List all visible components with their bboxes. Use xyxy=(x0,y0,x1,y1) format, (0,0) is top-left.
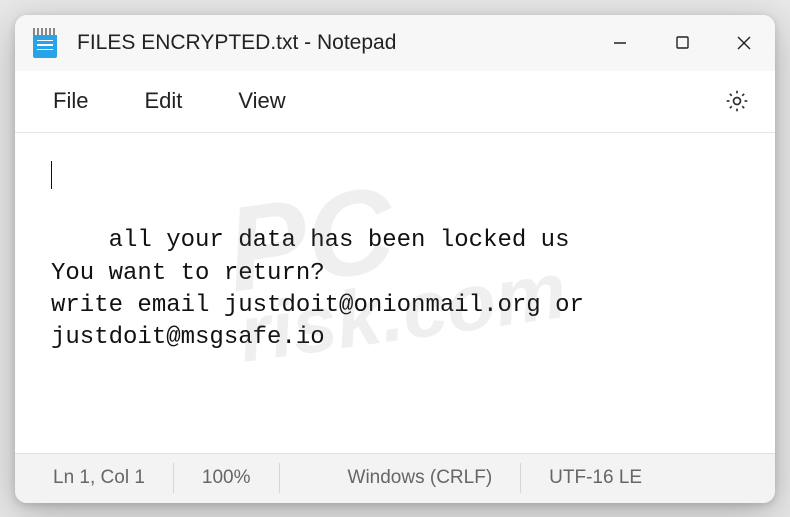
titlebar: FILES ENCRYPTED.txt - Notepad xyxy=(15,15,775,71)
editor-content: all your data has been locked us You wan… xyxy=(51,227,598,351)
window-title: FILES ENCRYPTED.txt - Notepad xyxy=(77,31,396,55)
settings-button[interactable] xyxy=(713,77,761,125)
menubar: File Edit View xyxy=(15,71,775,133)
notepad-icon xyxy=(33,28,57,58)
statusbar: Ln 1, Col 1 100% Windows (CRLF) UTF-16 L… xyxy=(15,453,775,503)
status-line-ending: Windows (CRLF) xyxy=(320,463,522,493)
minimize-icon xyxy=(612,35,628,51)
status-cursor-position: Ln 1, Col 1 xyxy=(15,463,174,493)
close-icon xyxy=(735,34,753,52)
minimize-button[interactable] xyxy=(589,15,651,71)
maximize-button[interactable] xyxy=(651,15,713,71)
text-caret xyxy=(51,161,52,189)
menu-view[interactable]: View xyxy=(214,78,309,124)
gear-icon xyxy=(724,88,750,114)
close-button[interactable] xyxy=(713,15,775,71)
text-editor[interactable]: all your data has been locked us You wan… xyxy=(15,133,775,453)
menu-edit[interactable]: Edit xyxy=(120,78,206,124)
status-zoom[interactable]: 100% xyxy=(174,463,280,493)
menu-file[interactable]: File xyxy=(29,78,112,124)
notepad-window: FILES ENCRYPTED.txt - Notepad File Edit … xyxy=(15,15,775,503)
status-encoding: UTF-16 LE xyxy=(521,463,670,493)
maximize-icon xyxy=(675,35,690,50)
